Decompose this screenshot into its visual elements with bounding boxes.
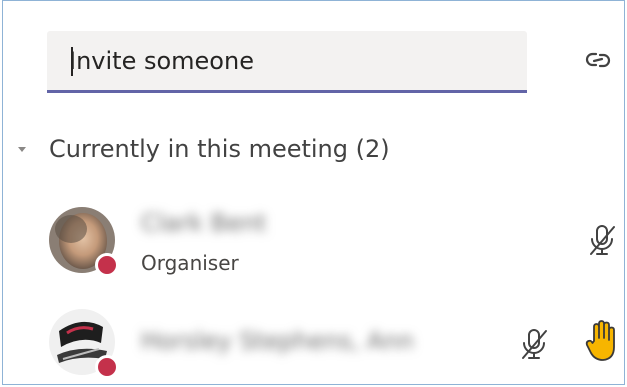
participant-name: Clark Bent <box>141 209 267 237</box>
raised-hand-icon <box>585 320 615 361</box>
section-label: Currently in this meeting (2) <box>49 135 390 163</box>
mic-off-icon[interactable] <box>587 223 617 257</box>
presence-busy-indicator <box>95 253 119 277</box>
mic-off-icon[interactable] <box>519 327 549 361</box>
link-icon[interactable] <box>583 45 613 75</box>
chevron-down-icon <box>18 147 26 152</box>
section-header-current-meeting[interactable]: Currently in this meeting (2) <box>15 127 390 171</box>
invite-input[interactable] <box>69 31 509 90</box>
avatar <box>49 309 119 379</box>
presence-busy-indicator <box>95 355 119 379</box>
avatar <box>49 207 119 277</box>
meeting-participants-panel: Currently in this meeting (2) Clark Bent… <box>2 0 625 385</box>
participant-row[interactable]: Horsley Stephens, Ann <box>3 297 624 384</box>
invite-field-container[interactable] <box>47 31 527 93</box>
participant-row[interactable]: Clark Bent Organiser <box>3 197 624 287</box>
participant-role: Organiser <box>141 251 239 275</box>
participant-name: Horsley Stephens, Ann <box>141 327 414 355</box>
